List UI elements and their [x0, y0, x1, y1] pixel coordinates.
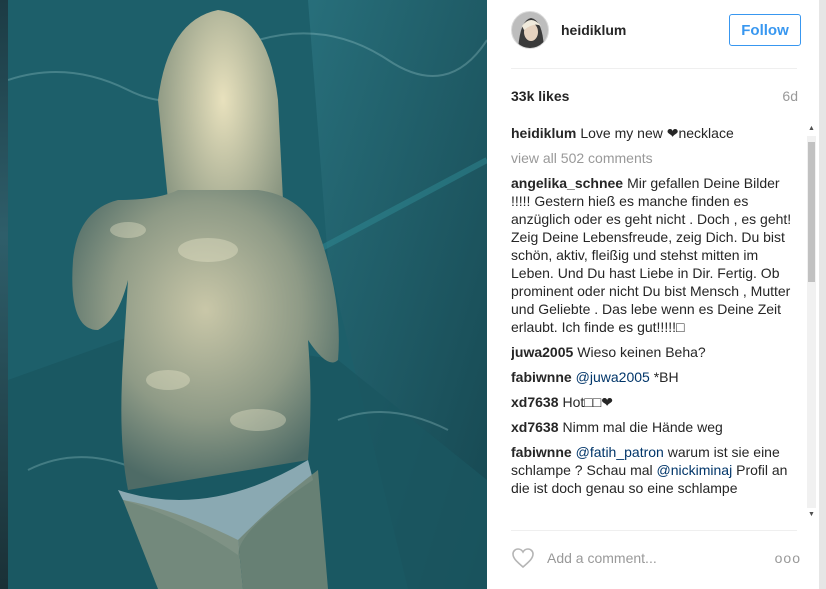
scrollbar-thumb[interactable] — [808, 142, 815, 282]
heart-icon: ❤ — [601, 394, 613, 410]
comment-mention[interactable]: @nickiminaj — [657, 462, 733, 478]
follow-button[interactable]: Follow — [729, 14, 801, 46]
comment-username[interactable]: xd7638 — [511, 394, 558, 410]
list-item: fabiwnne @fatih_patron warum ist sie eine… — [511, 443, 797, 497]
likes-row: 33k likes 6d — [511, 88, 798, 106]
background-strip-left — [0, 0, 8, 589]
add-comment-input[interactable] — [547, 550, 747, 566]
emoji-box-icon: □ — [676, 319, 685, 335]
caption-text-end: necklace — [678, 125, 734, 141]
comment-username[interactable]: angelika_schnee — [511, 175, 623, 191]
caption: heidiklum Love my new ❤necklace — [511, 124, 797, 142]
scroll-up-arrow-icon[interactable]: ▲ — [807, 124, 816, 134]
likes-count[interactable]: 33k likes — [511, 88, 569, 104]
profile-photo-icon — [512, 12, 548, 48]
comment-username[interactable]: fabiwnne — [511, 444, 572, 460]
caption-text: Love my new — [580, 125, 667, 141]
comment-text: Nimm mal die Hände weg — [562, 419, 723, 435]
post-side-panel: heidiklum Follow 33k likes 6d heidiklum L… — [487, 0, 819, 589]
post-header: heidiklum Follow — [511, 10, 801, 50]
comment-text: Mir gefallen Deine Bilder !!!!! Gestern … — [511, 175, 792, 335]
comments-list[interactable]: heidiklum Love my new ❤necklace view all … — [511, 124, 797, 522]
list-item: angelika_schnee Mir gefallen Deine Bilder… — [511, 174, 797, 336]
comment-username[interactable]: fabiwnne — [511, 369, 572, 385]
more-options-icon[interactable]: ooo — [775, 550, 801, 566]
post-photo[interactable] — [8, 0, 487, 589]
comments-scrollbar[interactable]: ▲ ▼ — [805, 122, 818, 522]
emoji-box-icon: □□ — [584, 394, 602, 410]
divider — [511, 68, 797, 69]
comment-text: *BH — [649, 369, 679, 385]
add-comment-row: ooo — [511, 544, 801, 572]
list-item: fabiwnne @juwa2005 *BH — [511, 368, 797, 386]
like-heart-icon[interactable] — [511, 547, 535, 569]
post-age[interactable]: 6d — [782, 88, 798, 104]
comment-text: Wieso keinen Beha? — [577, 344, 706, 360]
list-item: juwa2005 Wieso keinen Beha? — [511, 343, 797, 361]
list-item: xd7638 Hot□□❤ — [511, 393, 797, 411]
background-strip-right — [819, 0, 826, 589]
scroll-down-arrow-icon[interactable]: ▼ — [807, 510, 816, 520]
list-item: xd7638 Nimm mal die Hände weg — [511, 418, 797, 436]
comment-mention[interactable]: @juwa2005 — [576, 369, 650, 385]
post-author-username[interactable]: heidiklum — [561, 22, 626, 38]
divider — [511, 530, 797, 531]
underwater-photo — [8, 0, 487, 589]
comment-mention[interactable]: @fatih_patron — [576, 444, 664, 460]
comment-username[interactable]: xd7638 — [511, 419, 558, 435]
caption-username[interactable]: heidiklum — [511, 125, 576, 141]
comment-username[interactable]: juwa2005 — [511, 344, 573, 360]
avatar[interactable] — [511, 11, 549, 49]
comment-text: Hot — [562, 394, 585, 410]
heart-icon: ❤ — [666, 125, 679, 141]
view-all-comments-link[interactable]: view all 502 comments — [511, 149, 797, 167]
